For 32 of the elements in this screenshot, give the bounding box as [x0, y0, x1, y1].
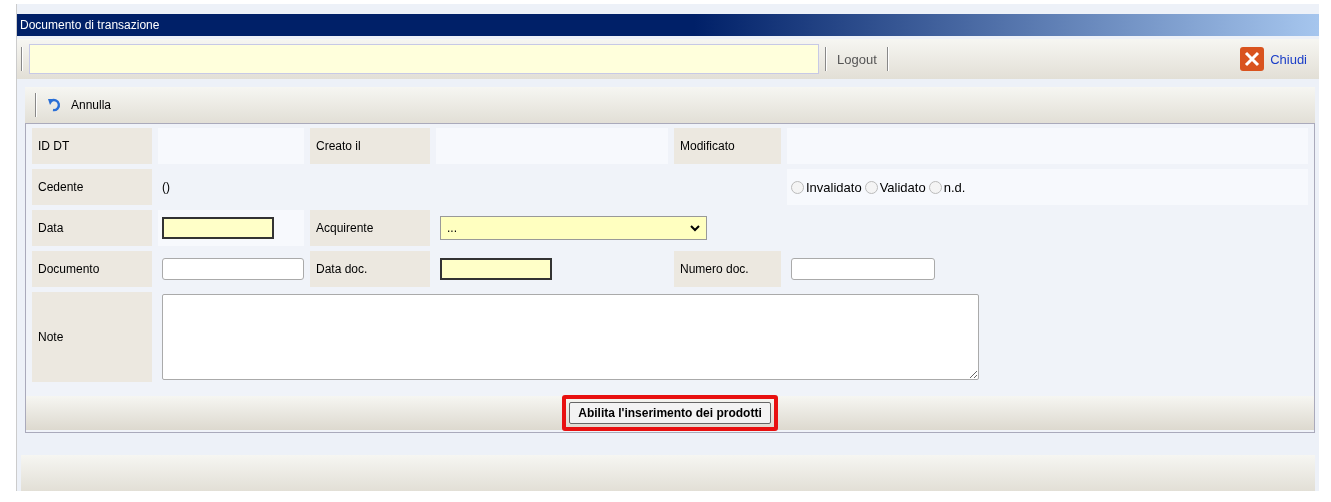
- field-label: Cedente: [32, 169, 152, 205]
- seller-value: (): [162, 180, 170, 194]
- note-textarea[interactable]: [162, 294, 979, 380]
- search-field[interactable]: [29, 44, 819, 74]
- radio-button[interactable]: [864, 180, 878, 194]
- field-label: Modificato: [674, 128, 781, 164]
- field-label: Numero doc.: [674, 251, 781, 287]
- field-label: Data: [32, 210, 152, 246]
- field-label: Note: [32, 292, 152, 382]
- window-title: Documento di transazione: [17, 14, 1319, 36]
- field-label: Data doc.: [310, 251, 430, 287]
- document-field[interactable]: [162, 258, 304, 280]
- radio-button[interactable]: [928, 180, 942, 194]
- undo-button[interactable]: Annulla: [71, 98, 112, 112]
- radio-label: Validato: [879, 179, 926, 195]
- radio-label: Invalidato: [806, 179, 862, 195]
- enable-products-button[interactable]: Abilita l'inserimento dei prodotti: [569, 402, 771, 424]
- radio-button[interactable]: [791, 180, 804, 194]
- field-label: Documento: [32, 251, 152, 287]
- logout-link[interactable]: Logout: [833, 51, 881, 67]
- buyer-dropdown[interactable]: ...: [440, 216, 707, 240]
- field-label: Acquirente: [310, 210, 430, 246]
- radio-label: n.d.: [943, 179, 966, 195]
- field-label: Creato il: [310, 128, 430, 164]
- close-link[interactable]: Chiudi: [1270, 51, 1307, 67]
- chevron-icon: [690, 224, 700, 232]
- date-field[interactable]: [162, 217, 274, 239]
- undo-icon[interactable]: [47, 97, 63, 113]
- close-icon[interactable]: [1240, 47, 1265, 71]
- document-number-field[interactable]: [791, 258, 935, 280]
- field-label: ID DT: [32, 128, 152, 164]
- document-date-field[interactable]: [440, 258, 552, 280]
